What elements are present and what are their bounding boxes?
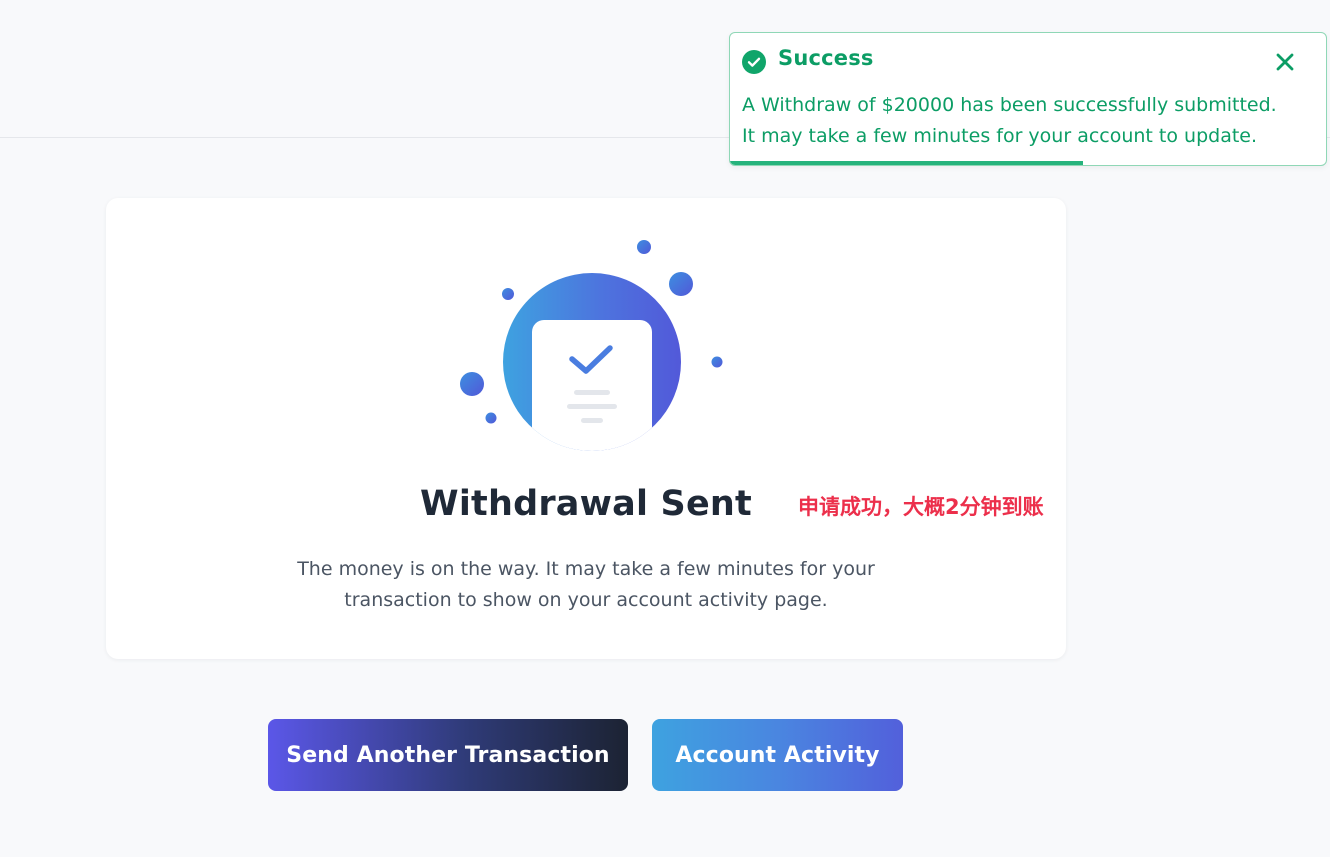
send-another-transaction-button[interactable]: Send Another Transaction xyxy=(268,719,628,791)
toast-message-line-2: It may take a few minutes for your accou… xyxy=(742,125,1258,147)
toast-title: Success xyxy=(778,46,874,70)
check-circle-icon xyxy=(742,50,766,74)
annotation-note: 申请成功，大概2分钟到账 xyxy=(798,495,1044,519)
close-icon[interactable] xyxy=(1274,51,1296,73)
success-toast: Success A Withdraw of $20000 has been su… xyxy=(729,32,1327,166)
toast-message: A Withdraw of $20000 has been successful… xyxy=(742,90,1312,152)
toast-message-line-1: A Withdraw of $20000 has been successful… xyxy=(742,94,1277,116)
account-activity-button[interactable]: Account Activity xyxy=(652,719,903,791)
withdrawal-result-card: Withdrawal Sent The money is on the way.… xyxy=(106,198,1066,659)
document-check-icon xyxy=(446,228,736,458)
page-subtitle: The money is on the way. It may take a f… xyxy=(297,558,875,611)
toast-progress-bar xyxy=(730,161,1084,165)
